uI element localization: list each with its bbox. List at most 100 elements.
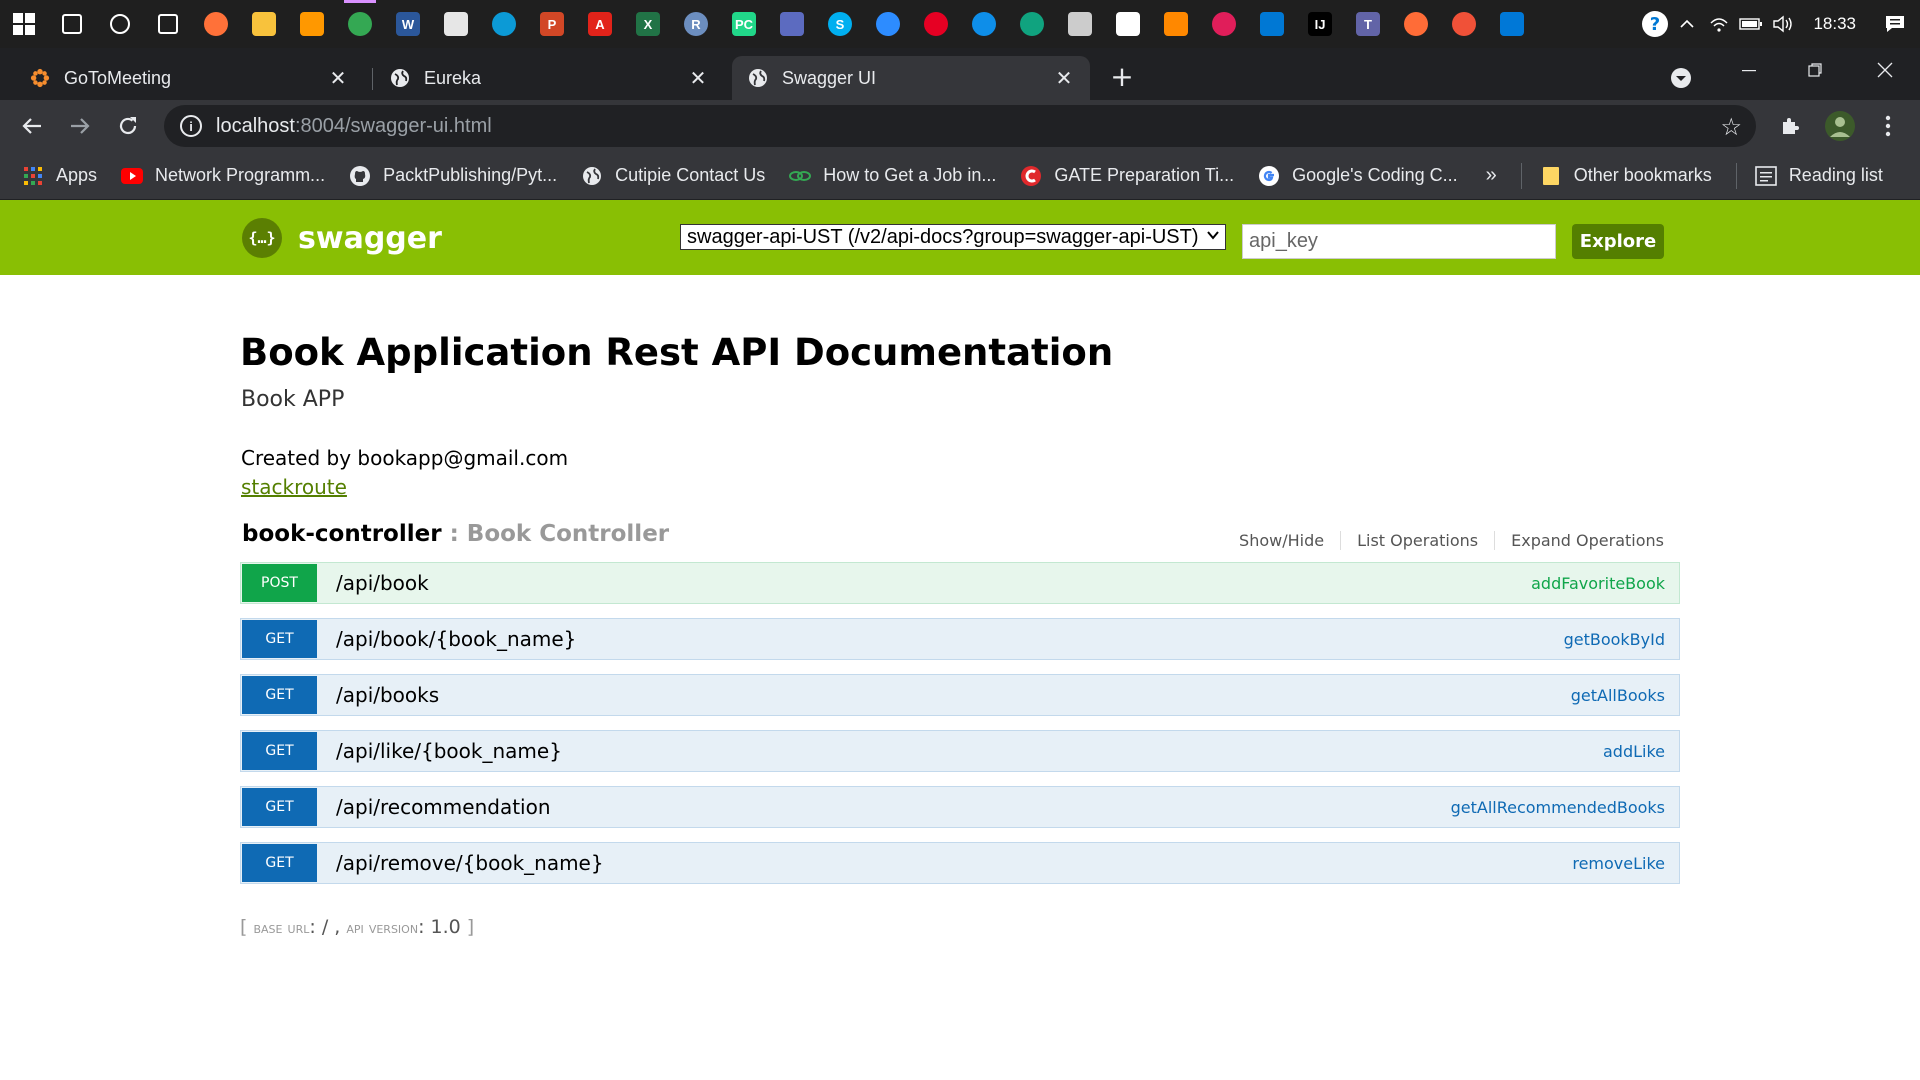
vscode-icon[interactable] (1488, 0, 1536, 48)
word-icon[interactable]: W (384, 0, 432, 48)
reload-icon[interactable] (110, 108, 146, 144)
operation-path[interactable]: /api/book (336, 571, 429, 595)
bookmark-network-programming[interactable]: Network Programm... (121, 165, 325, 187)
operation-path[interactable]: /api/remove/{book_name} (336, 851, 604, 875)
battery-icon[interactable] (1735, 0, 1767, 48)
windows-start-icon[interactable] (0, 0, 48, 48)
forward-icon[interactable] (62, 108, 98, 144)
explore-button[interactable]: Explore (1572, 224, 1664, 259)
tab-eureka[interactable]: Eureka ✕ (374, 56, 724, 100)
bookmark-star-icon[interactable]: ☆ (1720, 113, 1742, 142)
tab-gotomeeting[interactable]: GoToMeeting ✕ (14, 56, 364, 100)
tab-search-icon[interactable] (1648, 56, 1714, 100)
close-icon[interactable]: ✕ (1054, 66, 1074, 91)
operation-path[interactable]: /api/books (336, 683, 439, 707)
firefox-icon[interactable] (192, 0, 240, 48)
sublime-icon[interactable] (288, 0, 336, 48)
http-method-badge[interactable]: GET (242, 844, 317, 882)
extensions-icon[interactable] (1772, 108, 1808, 144)
bookmark-cutipie[interactable]: Cutipie Contact Us (581, 165, 765, 187)
close-icon[interactable]: ✕ (688, 66, 708, 91)
api-key-input[interactable] (1242, 224, 1556, 259)
mail-icon[interactable] (1248, 0, 1296, 48)
api-link[interactable]: stackroute (241, 475, 347, 499)
bookmark-gate-preparation[interactable]: GATE Preparation Ti... (1020, 165, 1234, 187)
minimize-icon[interactable] (1716, 48, 1782, 92)
virtualbox-icon[interactable] (1104, 0, 1152, 48)
operation-nickname[interactable]: getAllRecommendedBooks (1451, 798, 1665, 817)
remote-desktop-icon[interactable] (768, 0, 816, 48)
wifi-icon[interactable] (1703, 0, 1735, 48)
swagger-logo[interactable]: {…} swagger (242, 218, 442, 258)
r-icon[interactable]: R (672, 0, 720, 48)
operation-row[interactable]: GET /api/books getAllBooks (240, 674, 1680, 716)
chrome-icon[interactable] (336, 0, 384, 48)
notification-icon[interactable] (1870, 0, 1920, 48)
store-icon[interactable] (432, 0, 480, 48)
excel-icon[interactable]: X (624, 0, 672, 48)
operation-path[interactable]: /api/book/{book_name} (336, 627, 576, 651)
bookmark-other-bookmarks[interactable]: Other bookmarks (1540, 165, 1712, 187)
edge-icon[interactable] (480, 0, 528, 48)
operation-row[interactable]: GET /api/remove/{book_name} removeLike (240, 842, 1680, 884)
teams-icon[interactable]: T (1344, 0, 1392, 48)
postman-icon[interactable] (1392, 0, 1440, 48)
expand-operations-link[interactable]: Expand Operations (1495, 531, 1680, 550)
operation-row[interactable]: POST /api/book addFavoriteBook (240, 562, 1680, 604)
task-view-icon[interactable] (144, 0, 192, 48)
http-method-badge[interactable]: GET (242, 620, 317, 658)
swift-icon[interactable] (1440, 0, 1488, 48)
http-method-badge[interactable]: GET (242, 676, 317, 714)
operation-nickname[interactable]: addLike (1603, 742, 1665, 761)
back-icon[interactable] (14, 108, 50, 144)
menu-kebab-icon[interactable] (1870, 108, 1906, 144)
operation-nickname[interactable]: getAllBooks (1571, 686, 1665, 705)
bookmark-apps[interactable]: Apps (22, 165, 97, 187)
volume-icon[interactable] (1767, 0, 1799, 48)
zoom-icon[interactable] (864, 0, 912, 48)
skype-icon[interactable]: S (816, 0, 864, 48)
cortana-icon[interactable] (96, 0, 144, 48)
teamviewer-icon[interactable] (960, 0, 1008, 48)
close-window-icon[interactable] (1852, 48, 1918, 92)
http-method-badge[interactable]: GET (242, 788, 317, 826)
operation-row[interactable]: GET /api/like/{book_name} addLike (240, 730, 1680, 772)
operation-nickname[interactable]: addFavoriteBook (1531, 574, 1665, 593)
new-tab-button[interactable]: + (1104, 58, 1140, 94)
bookmark-packtpublishing[interactable]: PacktPublishing/Pyt... (349, 165, 557, 187)
restore-icon[interactable] (1782, 48, 1848, 92)
http-method-badge[interactable]: POST (242, 564, 317, 602)
operation-row[interactable]: GET /api/recommendation getAllRecommende… (240, 786, 1680, 828)
profile-avatar[interactable] (1822, 108, 1858, 144)
acrobat-icon[interactable]: A (576, 0, 624, 48)
bookmark-how-to-get-a-job[interactable]: How to Get a Job in... (789, 165, 996, 187)
http-method-badge[interactable]: GET (242, 732, 317, 770)
bookmark-googles-coding[interactable]: Google's Coding C... (1258, 165, 1458, 187)
intellij-icon[interactable]: IJ (1296, 0, 1344, 48)
close-icon[interactable]: ✕ (328, 66, 348, 91)
operation-path[interactable]: /api/like/{book_name} (336, 739, 562, 763)
site-info-icon[interactable]: i (180, 115, 202, 137)
git-kraken-icon[interactable] (1056, 0, 1104, 48)
slack-icon[interactable] (1200, 0, 1248, 48)
vlc-icon[interactable] (1152, 0, 1200, 48)
show-hide-link[interactable]: Show/Hide (1223, 531, 1342, 550)
help-icon[interactable]: ? (1639, 0, 1671, 48)
file-explorer-icon[interactable] (240, 0, 288, 48)
controller-title[interactable]: book-controller : Book Controller (242, 521, 669, 547)
api-group-select[interactable]: swagger-api-UST (/v2/api-docs?group=swag… (680, 224, 1226, 250)
bookmarks-overflow-icon[interactable]: » (1486, 164, 1497, 187)
operation-nickname[interactable]: removeLike (1572, 854, 1665, 873)
taskbar-clock[interactable]: 18:33 (1799, 14, 1870, 34)
bookmark-reading-list[interactable]: Reading list (1755, 165, 1883, 187)
pycharm-icon[interactable]: PC (720, 0, 768, 48)
powerpoint-icon[interactable]: P (528, 0, 576, 48)
list-operations-link[interactable]: List Operations (1341, 531, 1496, 550)
operation-row[interactable]: GET /api/book/{book_name} getBookById (240, 618, 1680, 660)
operation-nickname[interactable]: getBookById (1564, 630, 1665, 649)
operation-path[interactable]: /api/recommendation (336, 795, 551, 819)
chatgpt-icon[interactable] (1008, 0, 1056, 48)
address-bar[interactable]: i localhost:8004/swagger-ui.html ☆ (164, 105, 1756, 147)
tab-swagger-ui[interactable]: Swagger UI ✕ (732, 56, 1090, 100)
search-icon[interactable] (48, 0, 96, 48)
